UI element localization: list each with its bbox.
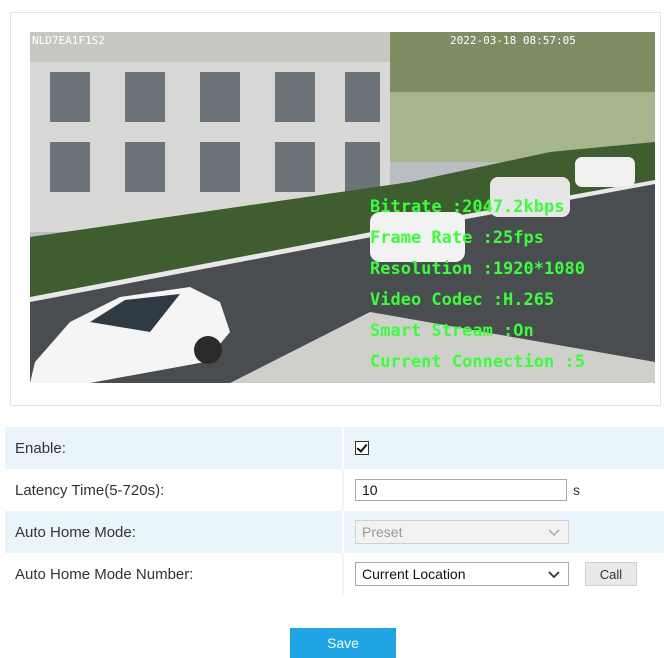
auto-home-number-label: Auto Home Mode Number: [15,565,194,583]
osd-smart-stream: Smart Stream :On [370,321,534,341]
osd-bitrate: Bitrate :2047.2kbps [370,197,564,217]
auto-home-mode-select[interactable]: Preset [355,520,569,544]
auto-home-number-select[interactable]: Current Location [355,562,569,586]
latency-row: Latency Time(5-720s): s [5,469,664,511]
camera-image: NLD7EA1F1S2 2022-03-18 08:57:05 Bitrate … [30,32,655,383]
auto-home-mode-label: Auto Home Mode: [15,523,136,541]
enable-label: Enable: [15,439,66,457]
osd-frame-rate: Frame Rate :25fps [370,228,544,248]
latency-input[interactable] [355,479,567,501]
column-divider [342,553,344,595]
video-preview: NLD7EA1F1S2 2022-03-18 08:57:05 Bitrate … [30,32,655,383]
call-button[interactable]: Call [585,562,637,586]
save-button[interactable]: Save [290,628,396,658]
enable-checkbox[interactable] [355,441,369,455]
auto-home-number-value: Current Location [362,566,466,582]
settings-form: Enable: Latency Time(5-720s): s Auto Hom… [5,427,664,595]
osd-camera-name: NLD7EA1F1S2 [32,34,105,47]
latency-unit: s [573,482,580,498]
osd-timestamp: 2022-03-18 08:57:05 [450,34,576,47]
osd-video-codec: Video Codec :H.265 [370,290,554,310]
enable-row: Enable: [5,427,664,469]
column-divider [342,469,344,511]
column-divider [342,511,344,553]
chevron-down-icon [548,529,560,537]
osd-current-connection: Current Connection :5 [370,352,585,372]
column-divider [342,427,344,469]
latency-label: Latency Time(5-720s): [15,481,165,499]
auto-home-number-row: Auto Home Mode Number: Current Location … [5,553,664,595]
osd-resolution: Resolution :1920*1080 [370,259,585,279]
chevron-down-icon [548,571,560,579]
auto-home-mode-row: Auto Home Mode: Preset [5,511,664,553]
auto-home-mode-value: Preset [362,524,403,540]
